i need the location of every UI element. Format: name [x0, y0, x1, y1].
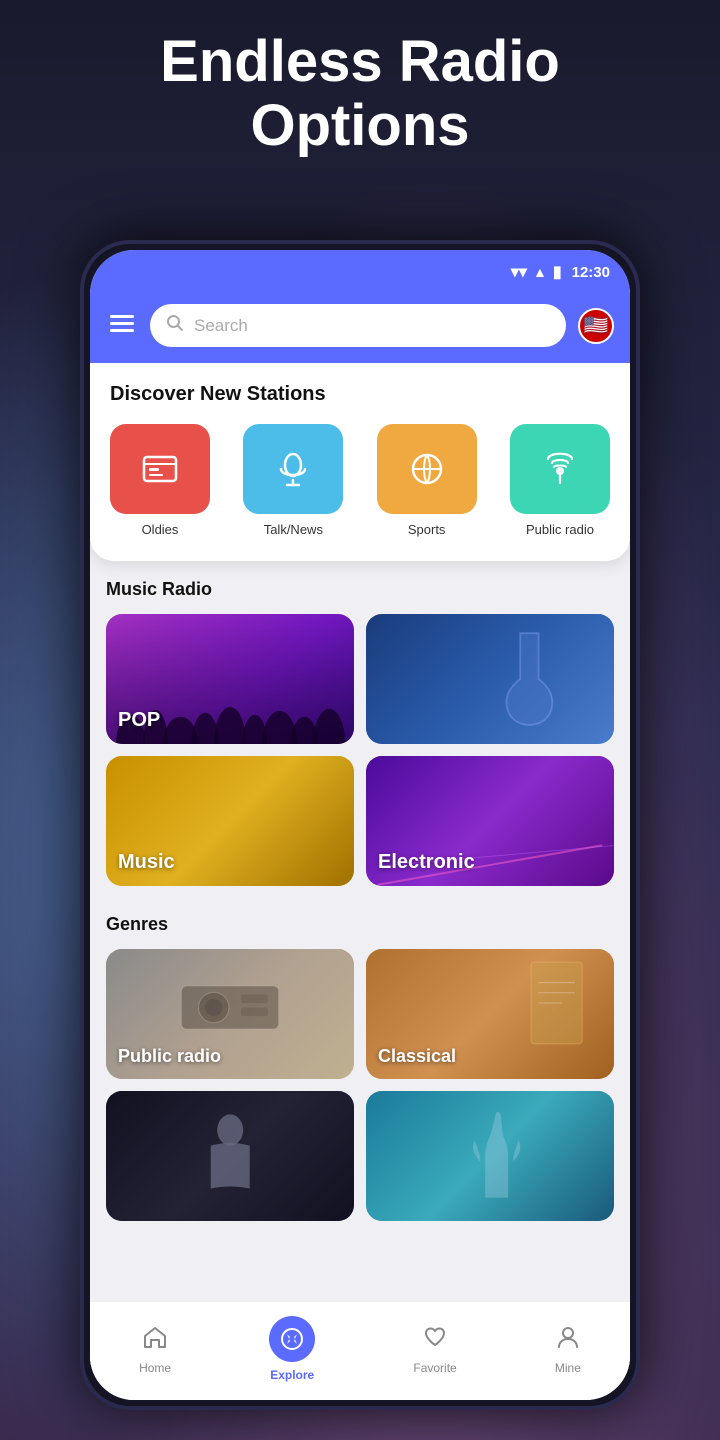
hero-title: Endless Radio Options: [0, 30, 720, 158]
discover-card: Discover New Stations: [90, 363, 630, 561]
nav-mine[interactable]: Mine: [539, 1320, 597, 1379]
nav-home[interactable]: Home: [123, 1320, 187, 1379]
mine-icon: [555, 1324, 581, 1357]
favorite-icon: [422, 1324, 448, 1357]
flag-icon[interactable]: 🇺🇸: [578, 308, 614, 344]
home-label: Home: [139, 1361, 171, 1375]
category-talk-news[interactable]: Talk/News: [243, 424, 343, 537]
electronic-card-bg: Electronic: [366, 756, 614, 886]
talk-news-icon-box: [243, 424, 343, 514]
bottom-spacer: [90, 1231, 630, 1251]
underwater-genre-bg: [366, 1091, 614, 1221]
search-icon: [166, 314, 184, 337]
search-placeholder: Search: [194, 316, 550, 336]
nav-explore[interactable]: Explore: [253, 1312, 331, 1386]
music-radio-section: Music Radio: [90, 561, 630, 896]
public-radio-label: Public radio: [526, 522, 594, 537]
classical-genre-bg: Classical: [366, 949, 614, 1079]
category-public-radio[interactable]: Public radio: [510, 424, 610, 537]
public-radio-icon-box: [510, 424, 610, 514]
explore-icon-circle: [269, 1316, 315, 1362]
pop-label: POP: [118, 709, 160, 732]
search-bar[interactable]: Search: [150, 304, 566, 347]
talk-news-label: Talk/News: [264, 522, 323, 537]
explore-label: Explore: [270, 1368, 314, 1382]
category-sports[interactable]: Sports: [377, 424, 477, 537]
guitar-card-bg: [366, 614, 614, 744]
category-oldies[interactable]: Oldies: [110, 424, 210, 537]
favorite-label: Favorite: [413, 1361, 456, 1375]
oldies-icon-box: [110, 424, 210, 514]
dark-genre-bg: [106, 1091, 354, 1221]
public-radio-genre-label: Public radio: [118, 1046, 221, 1067]
music-card-bg: Music: [106, 756, 354, 886]
status-bar: ▾▾ ▲ ▮ 12:30: [90, 250, 630, 294]
content-area: Discover New Stations: [90, 363, 630, 1400]
public-radio-genre-card[interactable]: Public radio: [106, 949, 354, 1079]
electronic-label: Electronic: [378, 851, 475, 874]
genres-section: Genres: [90, 896, 630, 1231]
sports-label: Sports: [408, 522, 446, 537]
guitar-card[interactable]: [366, 614, 614, 744]
flag-emoji: 🇺🇸: [584, 313, 609, 338]
phone-frame: ▾▾ ▲ ▮ 12:30: [80, 240, 640, 1410]
bottom-nav: Home Explore: [90, 1301, 630, 1400]
genres-title: Genres: [106, 914, 614, 935]
wifi-icon: ▾▾: [511, 262, 527, 282]
category-grid: Oldies Talk/News: [110, 424, 610, 537]
dark-genre-card[interactable]: [106, 1091, 354, 1221]
menu-button[interactable]: [106, 309, 138, 343]
phone-inner: ▾▾ ▲ ▮ 12:30: [90, 250, 630, 1400]
home-icon: [142, 1324, 168, 1357]
music-label: Music: [118, 851, 175, 874]
phone-app: ▾▾ ▲ ▮ 12:30: [90, 250, 630, 1400]
battery-icon: ▮: [553, 262, 562, 282]
music-radio-title: Music Radio: [106, 579, 614, 600]
music-grid: POP: [106, 614, 614, 886]
public-radio-genre-bg: Public radio: [106, 949, 354, 1079]
music-card[interactable]: Music: [106, 756, 354, 886]
pop-card[interactable]: POP: [106, 614, 354, 744]
nav-favorite[interactable]: Favorite: [397, 1320, 472, 1379]
discover-title: Discover New Stations: [110, 383, 610, 406]
underwater-genre-card[interactable]: [366, 1091, 614, 1221]
classical-genre-card[interactable]: Classical: [366, 949, 614, 1079]
oldies-label: Oldies: [142, 522, 179, 537]
signal-icon: ▲: [533, 264, 547, 280]
electronic-card[interactable]: Electronic: [366, 756, 614, 886]
mine-label: Mine: [555, 1361, 581, 1375]
status-icons: ▾▾ ▲ ▮ 12:30: [511, 262, 610, 282]
genres-grid: Public radio: [106, 949, 614, 1221]
classical-genre-label: Classical: [378, 1046, 456, 1067]
sports-icon-box: [377, 424, 477, 514]
pop-card-bg: POP: [106, 614, 354, 744]
status-time: 12:30: [572, 264, 610, 281]
app-header: Search 🇺🇸: [90, 294, 630, 363]
